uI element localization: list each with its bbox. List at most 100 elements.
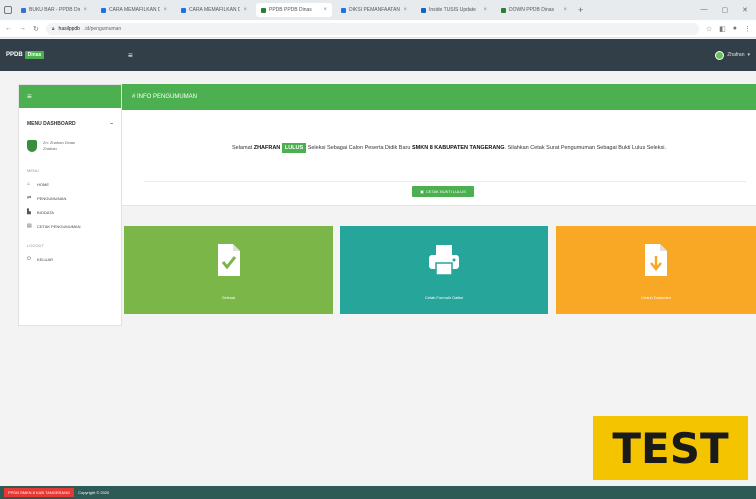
favicon-icon (421, 7, 426, 13)
card-cetak-formulir[interactable]: Cetak Formulir Daftar (340, 226, 548, 314)
announce-prefix: Selamat (231, 145, 253, 151)
back-icon[interactable]: ← (5, 25, 12, 32)
close-tab-icon[interactable]: × (563, 7, 567, 13)
sidebar-header: ≡ (19, 85, 121, 108)
url-path: .id/pengumuman (83, 25, 122, 32)
power-icon: ⏻ (27, 256, 31, 262)
menu-separator-label: MENU (27, 168, 39, 173)
browser-tab[interactable]: PPDB PPDB Dinas × (256, 3, 332, 17)
school-name: SMKN 8 KABUPATEN TANGERANG (411, 145, 505, 151)
sidebar-item-label: PENGUMUMAN (37, 195, 67, 201)
sidebar-item-pengumuman[interactable]: ⇄ PENGUMUMAN (19, 191, 121, 205)
profile-line-2: Zhafran (43, 146, 57, 151)
sidebar-item-label: HOME (37, 181, 49, 187)
browser-tab[interactable]: BUKU BAR - PPDB Dinas× (16, 3, 92, 17)
star-icon[interactable]: ☆ (706, 25, 712, 33)
sidebar: ≡ MENU DASHBOARD – Zn: Zhafran Dinas Zha… (18, 84, 122, 326)
printer-icon (429, 245, 459, 276)
download-document-icon (645, 244, 667, 276)
sidebar-profile: Zn: Zhafran Dinas Zhafran (27, 134, 113, 158)
card-label: Unduh Dokumen (640, 295, 672, 300)
browser-tab[interactable]: DOWN PPDB Dinas × (496, 3, 572, 17)
card-label: Selesai (221, 295, 236, 300)
info-header: # INFO PENGUMUMAN (122, 84, 756, 110)
close-tab-icon[interactable]: × (163, 7, 167, 13)
footer-copyright: Copyright © 2020 (78, 490, 110, 495)
close-tab-icon[interactable]: × (83, 7, 87, 13)
favicon-icon (101, 7, 106, 13)
lock-icon: 🔒︎ (51, 25, 55, 32)
brand-badge: Dinas (24, 51, 45, 59)
new-tab-icon[interactable]: + (578, 5, 583, 15)
close-tab-icon[interactable]: × (403, 7, 407, 13)
chevron-down-icon: ▾ (747, 52, 750, 58)
url-field[interactable]: 🔒︎ hasilppdb .id/pengumuman (45, 22, 699, 35)
tab-label: PPDB PPDB Dinas (269, 7, 312, 13)
browser-tab[interactable]: CARA MEMAFILKAN DATA× (176, 3, 252, 17)
address-bar-actions: ☆ ◧ ● ⋮ (706, 25, 751, 33)
info-title: # INFO PENGUMUMAN (132, 94, 198, 100)
extensions-icon[interactable]: ◧ (719, 25, 726, 33)
nav-icon: ▤ (27, 223, 32, 229)
app-header: PPDB Dinas ≡ Zhafran ▾ (0, 39, 756, 71)
favicon-icon (21, 7, 26, 13)
tab-label: BUKU BAR - PPDB Dinas (29, 7, 80, 13)
nav-icon: ⇄ (27, 195, 32, 201)
favicon-icon (501, 7, 506, 13)
nav-icon: ▙ (27, 209, 31, 215)
print-certificate-button[interactable]: ▣ CETAK BUKTI LULUS (412, 186, 474, 197)
hamburger-menu-icon[interactable]: ≡ (128, 51, 133, 60)
sidebar-item-home[interactable]: ⌂ HOME (19, 177, 121, 191)
close-tab-icon[interactable]: × (483, 7, 487, 13)
sidebar-nav: ⌂ HOME ⇄ PENGUMUMAN ▙ BIODATA ▤ CETAK PENGUMUMA… (19, 177, 121, 233)
divider (144, 181, 746, 182)
profile-icon[interactable]: ● (733, 25, 737, 33)
announcement-text: Selamat ZHAFRAN LULUS Seleksi Sebagai Ca… (231, 143, 666, 153)
more-icon[interactable]: ⋮ (744, 25, 751, 33)
print-button-label: CETAK BUKTI LULUS (425, 189, 466, 194)
close-tab-icon[interactable]: × (323, 7, 327, 13)
user-avatar (715, 50, 725, 60)
tab-label: DIKSI PEMANFAATAN (349, 7, 400, 13)
maximize-icon[interactable]: ▢ (722, 6, 729, 14)
user-menu[interactable]: Zhafran ▾ (715, 50, 756, 60)
browser-tab[interactable]: DIKSI PEMANFAATAN × (336, 3, 412, 17)
nav-icon: ⌂ (27, 181, 31, 187)
card-selesai[interactable]: Selesai (124, 226, 333, 314)
sidebar-item-biodata[interactable]: ▙ BIODATA (19, 205, 121, 219)
sidebar-menu-icon[interactable]: ≡ (27, 92, 32, 101)
close-tab-icon[interactable]: × (243, 7, 247, 13)
url-host: hasilppdb (58, 25, 80, 32)
sidebar-item-label: CETAK PENGUMUMAN (37, 223, 81, 229)
browser-tab[interactable]: CARA MEMAFILKAN DATA× (96, 3, 172, 17)
tab-label: CARA MEMAFILKAN DATA (189, 7, 241, 13)
window-controls: — ▢ ✕ (701, 6, 756, 14)
sidebar-title[interactable]: MENU DASHBOARD – (27, 114, 113, 134)
brand-logo[interactable]: PPDB Dinas (0, 51, 120, 59)
tab-label: DOWN PPDB Dinas (509, 7, 555, 13)
test-watermark: TEST (593, 416, 748, 480)
minimize-icon[interactable]: — (701, 6, 708, 14)
footer: PPDB SMKN 8 KAB TANGERANG Copyright © 20… (0, 486, 756, 499)
document-check-icon (217, 244, 240, 276)
brand-text: PPDB (6, 52, 23, 58)
sidebar-item-cetak-pengumuman[interactable]: ▤ CETAK PENGUMUMAN (19, 219, 121, 233)
favicon-icon (341, 7, 346, 13)
favicon-icon (261, 7, 266, 13)
sidebar-title-text: MENU DASHBOARD (27, 121, 76, 127)
close-window-icon[interactable]: ✕ (742, 6, 748, 14)
browser-tab-bar: BUKU BAR - PPDB Dinas×CARA MEMAFILKAN DA… (0, 0, 756, 20)
reload-icon[interactable]: ↻ (33, 25, 39, 33)
window-menu-icon[interactable] (4, 6, 12, 14)
sidebar-item-keluar[interactable]: ⏻ KELUAR (19, 252, 121, 266)
address-bar-row: ← → ↻ 🔒︎ hasilppdb .id/pengumuman ☆ ◧ ● ⋮ (0, 20, 756, 38)
tab-label: Inside TUSIS Update (429, 7, 476, 13)
student-name: ZHAFRAN (253, 145, 281, 151)
card-unduh[interactable]: Unduh Dokumen (556, 226, 756, 314)
sidebar-item-label: KELUAR (37, 256, 54, 262)
forward-icon[interactable]: → (19, 25, 26, 32)
announce-middle: Seleksi Sebagai Calon Peserta Didik Baru (307, 145, 411, 151)
sidebar-item-label: BIODATA (37, 209, 54, 215)
browser-tab[interactable]: Inside TUSIS Update × (416, 3, 492, 17)
user-name: Zhafran (727, 52, 745, 58)
